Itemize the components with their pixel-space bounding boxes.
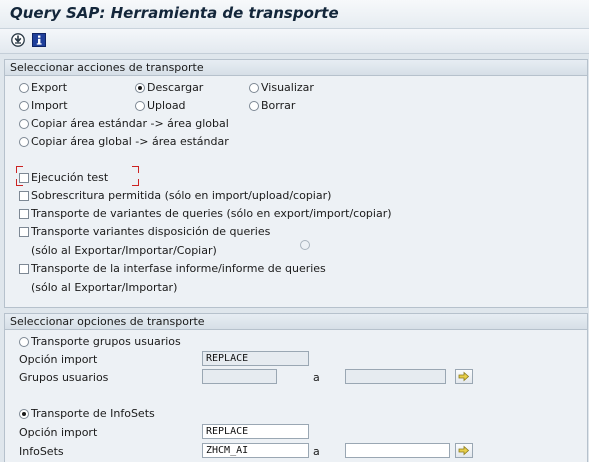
transport-options-group: Seleccionar opciones de transporte Trans… <box>4 313 588 462</box>
checkbox-test-run[interactable] <box>19 173 29 183</box>
radio-borrar-label: Borrar <box>261 99 296 112</box>
radio-visualizar[interactable] <box>249 83 259 93</box>
radio-copy-std-to-global[interactable] <box>19 119 29 129</box>
group-title: Seleccionar opciones de transporte <box>10 315 205 328</box>
radio-copy-global-to-std[interactable] <box>19 137 29 147</box>
checkbox-layout-variants-label: Transporte variantes disposición de quer… <box>31 225 271 238</box>
radio-import[interactable] <box>19 101 29 111</box>
application-toolbar <box>0 29 589 54</box>
group-header: Seleccionar acciones de transporte <box>5 60 587 76</box>
range-to-label: a <box>313 371 320 384</box>
transport-actions-group: Seleccionar acciones de transporte Expor… <box>4 59 588 308</box>
focus-corner <box>16 166 23 173</box>
title-bar: Query SAP: Herramienta de transporte <box>0 0 589 29</box>
infosets-from-field[interactable]: ZHCM_AI <box>202 443 309 458</box>
execute-icon[interactable] <box>10 32 26 48</box>
checkbox-overwrite[interactable] <box>19 191 29 201</box>
radio-visualizar-label: Visualizar <box>261 81 314 94</box>
multiple-selection-button[interactable] <box>455 369 473 384</box>
radio-export-label: Export <box>31 81 68 94</box>
radio-descargar[interactable] <box>135 83 145 93</box>
user-groups-import-option-field[interactable]: REPLACE <box>202 351 309 366</box>
radio-export[interactable] <box>19 83 29 93</box>
arrow-right-icon <box>458 371 470 382</box>
group-title: Seleccionar acciones de transporte <box>10 61 204 74</box>
window-title: Query SAP: Herramienta de transporte <box>10 4 339 22</box>
user-groups-from-field[interactable] <box>202 369 277 384</box>
radio-user-groups-label: Transporte grupos usuarios <box>31 335 181 348</box>
checkbox-interface-note: (sólo al Exportar/Importar) <box>31 281 178 294</box>
user-groups-to-field[interactable] <box>345 369 446 384</box>
radio-descargar-label: Descargar <box>147 81 204 94</box>
radio-import-label: Import <box>31 99 68 112</box>
import-option-label: Opción import <box>19 353 98 366</box>
radio-copy-std-to-global-label: Copiar área estándar -> área global <box>31 117 229 130</box>
focus-corner <box>132 179 139 186</box>
infosets-label: InfoSets <box>19 445 64 458</box>
focus-corner <box>132 166 139 173</box>
radio-infosets-label: Transporte de InfoSets <box>31 407 155 420</box>
infosets-import-option-field[interactable]: REPLACE <box>202 424 309 439</box>
group-header: Seleccionar opciones de transporte <box>5 314 587 330</box>
radio-borrar[interactable] <box>249 101 259 111</box>
multiple-selection-button[interactable] <box>455 443 473 458</box>
user-groups-label: Grupos usuarios <box>19 371 109 384</box>
checkbox-interface-label: Transporte de la interfase informe/infor… <box>31 262 326 275</box>
radio-upload-label: Upload <box>147 99 186 112</box>
checkbox-query-variants[interactable] <box>19 209 29 219</box>
import-option-label: Opción import <box>19 426 98 439</box>
range-to-label: a <box>313 445 320 458</box>
radio-user-groups[interactable] <box>19 337 29 347</box>
checkbox-overwrite-label: Sobrescritura permitida (sólo en import/… <box>31 189 332 202</box>
checkbox-query-variants-label: Transporte de variantes de queries (sólo… <box>31 207 392 220</box>
status-circle-icon <box>300 240 310 250</box>
arrow-right-icon <box>458 445 470 456</box>
checkbox-test-run-label: Ejecución test <box>31 171 109 184</box>
info-icon[interactable] <box>31 32 47 48</box>
checkbox-layout-variants[interactable] <box>19 227 29 237</box>
checkbox-interface[interactable] <box>19 264 29 274</box>
infosets-to-field[interactable] <box>345 443 450 458</box>
radio-infosets[interactable] <box>19 409 29 419</box>
radio-upload[interactable] <box>135 101 145 111</box>
radio-copy-global-to-std-label: Copiar área global -> área estándar <box>31 135 229 148</box>
checkbox-layout-variants-note: (sólo al Exportar/Importar/Copiar) <box>31 244 217 257</box>
